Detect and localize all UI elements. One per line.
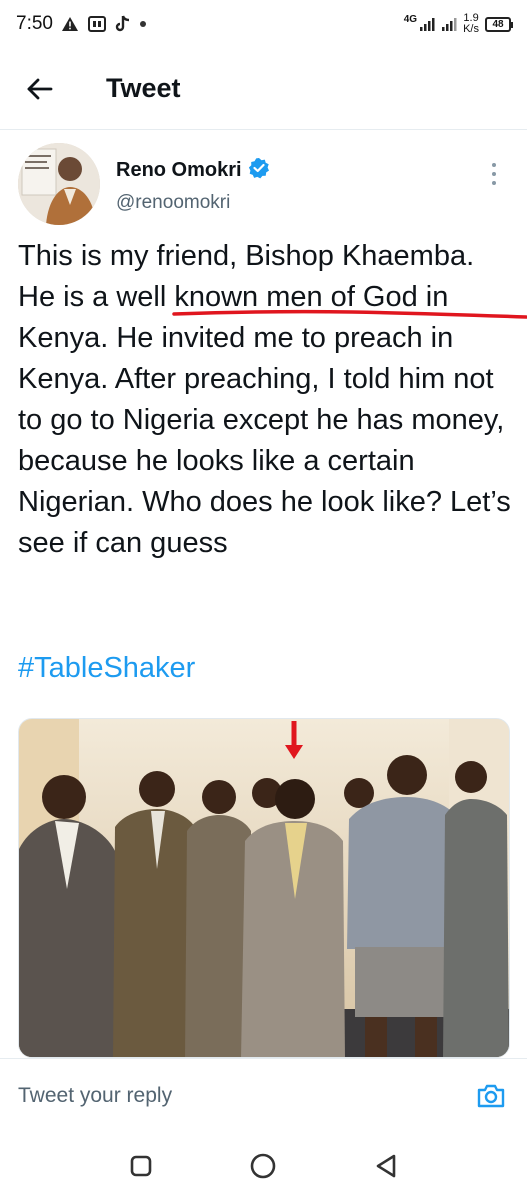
page-title: Tweet xyxy=(106,73,181,103)
recents-button[interactable] xyxy=(121,1146,161,1186)
status-bar: 7:50 4G 1.9 K/s 48 xyxy=(0,0,527,48)
red-underline-annotation xyxy=(172,309,527,319)
dot-icon xyxy=(492,163,496,167)
camera-button[interactable] xyxy=(473,1078,509,1114)
tweet-author: Reno Omokri @renoomokri xyxy=(18,143,518,233)
back-icon xyxy=(376,1154,396,1178)
back-button[interactable] xyxy=(0,48,80,130)
tweet-photo[interactable] xyxy=(18,718,510,1058)
battery-icon: 48 xyxy=(485,16,513,32)
battery-level: 48 xyxy=(492,18,504,30)
arrow-left-icon xyxy=(27,78,53,99)
network-speed: 1.9 K/s xyxy=(463,13,479,35)
nav-back-button[interactable] xyxy=(366,1146,406,1186)
tweet-text: This is my friend, Bishop Khaemba. He is… xyxy=(18,240,511,559)
gallery-icon xyxy=(87,15,107,33)
warning-icon xyxy=(61,16,79,32)
speed-unit: K/s xyxy=(463,23,479,35)
hashtag-link[interactable]: #TableShaker xyxy=(18,652,195,685)
verified-badge-icon xyxy=(248,157,270,184)
reply-input[interactable]: Tweet your reply xyxy=(18,1084,172,1108)
network-label: 4G xyxy=(403,13,418,25)
signal-icon xyxy=(419,16,435,32)
status-time: 7:50 xyxy=(16,13,53,34)
camera-icon xyxy=(477,1084,505,1107)
dot-icon xyxy=(139,20,147,28)
system-navigation-bar xyxy=(0,1132,527,1200)
home-icon xyxy=(251,1153,276,1179)
signal-icon xyxy=(441,16,457,32)
avatar[interactable] xyxy=(18,143,100,225)
author-name[interactable]: Reno Omokri xyxy=(116,159,242,182)
recents-icon xyxy=(130,1155,152,1177)
dot-icon xyxy=(492,172,496,176)
top-app-bar: Tweet xyxy=(0,48,527,130)
tiktok-icon xyxy=(115,15,131,33)
author-handle[interactable]: @renoomokri xyxy=(116,192,270,214)
reply-composer[interactable]: Tweet your reply xyxy=(0,1058,527,1132)
dot-icon xyxy=(492,181,496,185)
home-button[interactable] xyxy=(243,1146,283,1186)
more-options-button[interactable] xyxy=(482,159,506,189)
